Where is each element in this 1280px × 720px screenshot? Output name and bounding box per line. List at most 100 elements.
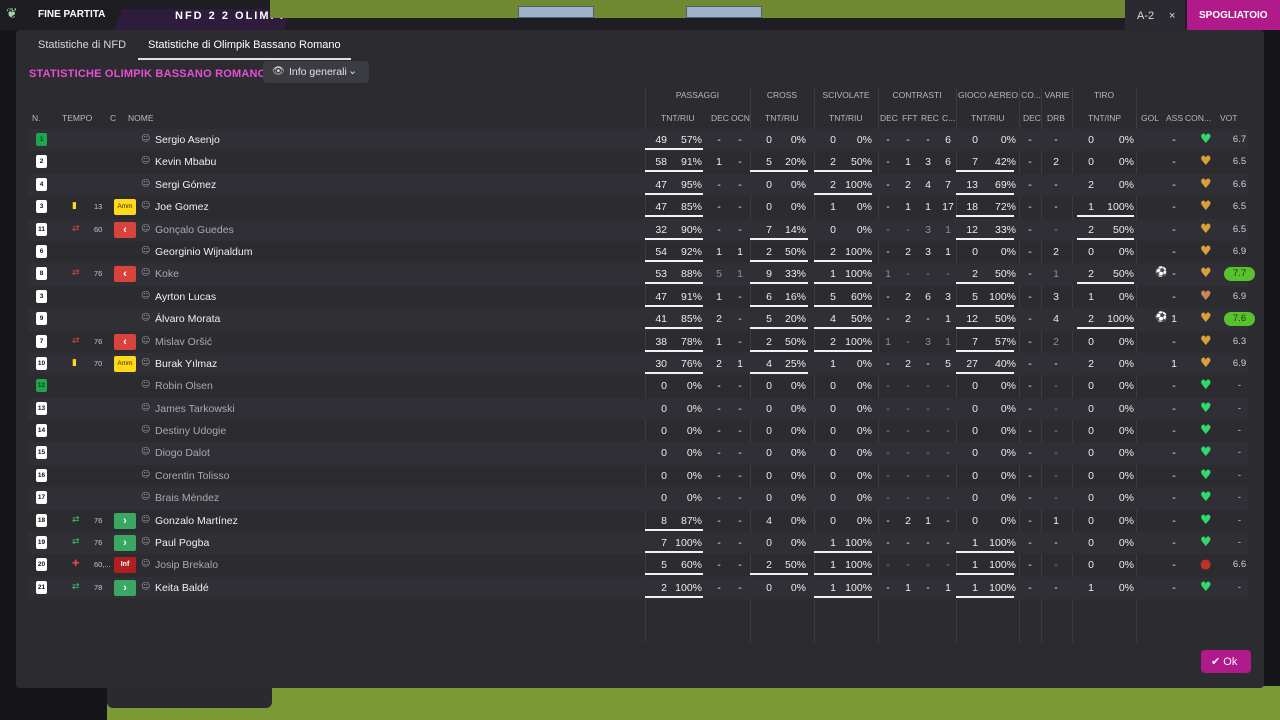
table-row[interactable]: 1 ☺ Sergio Asenjo 49 57% - -0 0% 0 0% - - -6 0 0% - -0 0%… [28,129,1248,152]
table-row[interactable]: 2 ☺ Kevin Mbabu 58 91% 1-5 20% 2 50% -1 3 6 7 42% -2 0 0… [28,151,1248,173]
header-pass-dec[interactable]: DEC [711,113,729,123]
shot-attempts: 2 [1088,223,1094,236]
header-con[interactable]: CON... [1185,113,1211,123]
player-name[interactable]: Ayrton Lucas [155,291,216,303]
player-name[interactable]: Sergi Gómez [155,179,216,191]
player-name[interactable]: Joe Gomez [155,201,209,213]
table-row[interactable]: 6 ☺ Georginio Wijnaldum 54 92% 1 1 2 50% 2 100% -2 3… [28,241,1248,263]
player-icon: ☺ [141,514,151,525]
player-name[interactable]: Sergio Asenjo [155,134,220,146]
header-cross-tnt-riu[interactable]: TNT/RIU [765,113,799,123]
header-vot[interactable]: VOT [1220,113,1237,123]
ok-button[interactable]: ✔ Ok [1201,650,1251,673]
player-name[interactable]: Álvaro Morata [155,313,220,325]
table-row[interactable]: 3 ▮ 13 Amm ☺ Joe Gomez 47 85% - - 0 0% 1 0% - 1 1 17 18 72%… [28,196,1248,218]
mini-controls[interactable]: A-2 × [1125,0,1185,30]
table-row[interactable]: 10 ▮ 70 Amm ☺ Burak Yılmaz 30 76% 2 1 4 25% 1 0% - 2 - 5 2… [28,352,1248,376]
cross-attempts: 0 [766,581,772,594]
header-sciv-tnt-riu[interactable]: TNT/RIU [829,113,863,123]
table-row[interactable]: 12 ☺ Robin Olsen 0 0% - -0 0% 0 0% - - - -0 0% - -0 0% - ♥ - [28,375,1248,397]
table-row[interactable]: 19 ⇄ 76 › ☺ Paul Pogba 7 100% - -0 0% 1 100% - - - -1 100… [28,532,1248,555]
dressing-room-button[interactable]: SPOGLIATOIO [1187,0,1280,30]
tackle-percent: 100% [845,335,872,348]
pass-attempts: 30 [655,357,667,370]
aerial-bar [956,192,1014,195]
table-row[interactable]: 15 ☺ Diogo Dalot 0 0% - -0 0% 0 0% - - - -0 0% - -0 0% - ♥ - [28,442,1248,465]
pass-dec: 2 [716,313,722,326]
aerial-percent: 0% [1000,469,1016,482]
header-con-c[interactable]: C... [942,113,955,123]
header-con-fft[interactable]: FFT [902,113,918,123]
header-con-rec[interactable]: REC [921,113,939,123]
assists: - [1172,201,1176,214]
pass-attempts: 49 [655,134,667,146]
table-row[interactable]: 9 ☺ Álvaro Morata 41 85% 2-5 20% 4 50% -2-1 12 50% -… [28,308,1255,331]
assists: 1 [1171,313,1177,326]
table-row[interactable]: 17 ☺ Brais Méndez 0 0% - -0 0% 0 0% - - - -0 0% - -0 0% - ♥… [28,487,1248,510]
table-row[interactable]: 13 ☺ James Tarkowski 0 0% - -0 0% 0 0% - - - -0 0% - -0 0… [28,397,1248,421]
header-drb[interactable]: DRB [1047,113,1065,123]
player-name[interactable]: James Tarkowski [155,403,235,415]
close-icon[interactable]: × [1169,10,1175,22]
tackle-percent: 100% [845,581,872,594]
player-name[interactable]: Mislav Oršić [155,336,212,348]
header-name[interactable]: NOME [128,113,154,123]
pass-attempts: 47 [655,178,667,191]
view-dropdown[interactable]: 👁 Info generali ⌄ [263,61,369,83]
header-number[interactable]: N. [32,113,41,123]
shirt-number: 4 [36,177,47,191]
contrasti-dec: - [886,514,890,527]
player-name[interactable]: Destiny Udogie [155,425,226,437]
shirt-number: 13 [36,401,47,415]
co-dec: - [1028,290,1032,303]
player-name[interactable]: Brais Méndez [155,492,219,504]
player-name[interactable]: Diogo Dalot [155,447,210,459]
player-name[interactable]: Keita Baldé [155,582,209,594]
header-con-dec[interactable]: DEC [880,113,898,123]
table-row[interactable]: 18 ⇄ 76 › ☺ Gonzalo Martínez 8 87% - -4 0% 0 0% -2 1-0… [28,510,1248,532]
header-ass[interactable]: ASS [1166,113,1183,123]
table-row[interactable]: 14 ☺ Destiny Udogie 0 0% - -0 0% 0 0% - - - -0 0% - -0 0%… [28,420,1248,442]
table-row[interactable]: 16 ☺ Corentin Tolisso 0 0% - -0 0% 0 0% - - - -0 0% - -0… [28,465,1248,487]
table-row[interactable]: 4 ☺ Sergi Gómez 47 95% - -0 0% 2 100% -2 4 7 13 69% - -2… [28,173,1248,197]
header-aer-tnt-riu[interactable]: TNT/RIU [971,113,1005,123]
cross-percent: 0% [790,402,806,415]
player-name[interactable]: Kevin Mbabu [155,156,216,168]
player-name[interactable]: Gonçalo Guedes [155,224,234,236]
contrasti-rec: - [926,447,930,460]
header-tempo[interactable]: TEMPO [62,113,92,123]
header-pass-tnt-riu[interactable]: TNT/RIU [661,113,695,123]
table-row[interactable]: 7 ⇄ 76 ‹ ☺ Mislav Oršić 38 78% 1 - 2 50% 2 100% 1 - 3 1 7 5… [28,331,1248,353]
table-row[interactable]: 3 ☺ Ayrton Lucas 47 91% 1-6 16% 5 60% -2 6 3 5 100% -3… [28,286,1248,308]
player-name[interactable]: Corentin Tolisso [155,470,230,482]
header-c[interactable]: C [110,113,116,123]
contrasti-dec: - [886,245,890,258]
player-name[interactable]: Josip Brekalo [155,559,218,571]
tab-nfd-stats[interactable]: Statistiche di NFD [28,30,136,60]
header-pass-ocn[interactable]: OCN [731,113,750,123]
player-name[interactable]: Gonzalo Martínez [155,515,238,527]
shot-attempts: 2 [1088,313,1094,326]
contrasti-c: - [946,402,950,415]
player-name[interactable]: Koke [155,268,179,280]
header-gol[interactable]: GOL [1141,113,1159,123]
aerial-percent: 69% [994,178,1016,191]
tab-olimpik-stats[interactable]: Statistiche di Olimpik Bassano Romano [138,30,351,60]
table-row[interactable]: 21 ⇄ 78 › ☺ Keita Baldé 2 100% - -0 0% 1 100% -1-1 1 10… [28,576,1248,600]
table-row[interactable]: 20 ✚ 60,... Inf ☺ Josip Brekalo 5 60% - -2 50% 1 100… [28,554,1248,576]
shot-percent: 0% [1118,425,1134,438]
tackle-percent: 0% [856,380,872,393]
player-name[interactable]: Paul Pogba [155,537,209,549]
contrasti-c: - [946,447,950,460]
header-tiro-tnt-inp[interactable]: TNT/INP [1088,113,1121,123]
shot-attempts: 0 [1088,537,1094,550]
player-name[interactable]: Georginio Wijnaldum [155,246,252,258]
header-co-dec[interactable]: DEC [1023,113,1041,123]
match-topbar: ❦ FINE PARTITA NFD 2 2 OLIMPI A-2 × SPOG… [0,0,1280,30]
player-name[interactable]: Robin Olsen [155,380,213,392]
player-name[interactable]: Burak Yılmaz [155,358,217,370]
pass-attempts: 0 [661,492,667,505]
table-row[interactable]: 11 ⇄ 60 ‹ ☺ Gonçalo Guedes 32 90% - - 7 14% 0 0% - - 3 1 1… [28,218,1248,241]
table-row[interactable]: 8 ⇄ 76 ‹ ☺ Koke 53 88% 5 1 9 33% 1 100% 1- - -2 50% -1 2 50%… [28,263,1255,286]
player-icon: ☺ [141,447,151,458]
